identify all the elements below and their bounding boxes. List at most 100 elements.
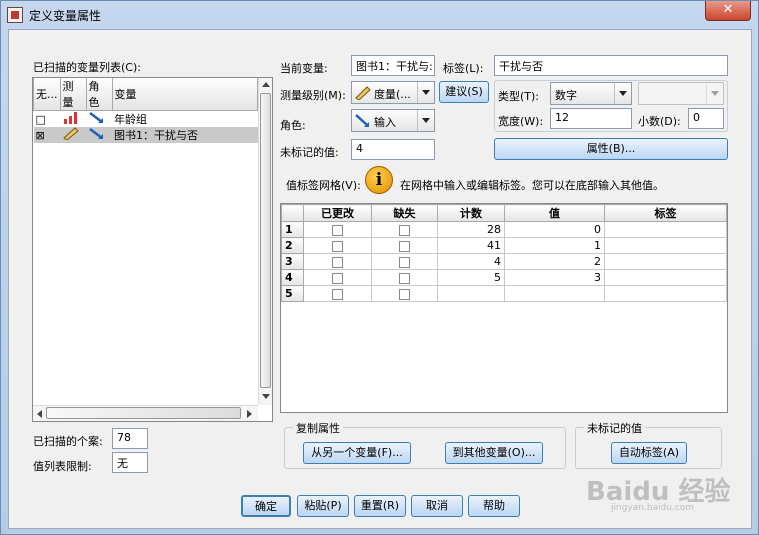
scanned-variable-list[interactable]: 无... 测量 角色 变量 □ 年龄组 ⊠ 图书1：干扰与否 [32,77,273,422]
measure-level-value: 度量(... [374,88,411,101]
scanned-cases-label: 已扫描的个案: [33,435,103,448]
changed-checkbox[interactable] [332,224,343,236]
list-item[interactable]: ⊠ 图书1：干扰与否 [33,127,258,143]
close-button[interactable]: ✕ [705,1,751,21]
count-cell: 41 [437,237,505,254]
col-role[interactable]: 角色 [85,78,113,111]
width-input[interactable]: 12 [550,108,632,129]
ordinal-bar-icon [64,112,77,124]
input-role-arrow-icon [355,114,369,127]
col-count[interactable]: 计数 [437,204,505,222]
scroll-right-icon[interactable] [247,410,252,418]
row-check[interactable]: □ [34,111,61,128]
table-row[interactable]: 3 4 2 [281,253,727,270]
copy-properties-title: 复制属性 [293,420,343,436]
count-cell: 5 [437,269,505,286]
decimals-label: 小数(D): [638,115,681,128]
ok-button[interactable]: 确定 [241,495,291,517]
scroll-thumb[interactable] [260,93,271,388]
row-number: 4 [281,269,304,286]
missing-checkbox[interactable] [399,288,410,300]
unlabeled-values-group-title: 未标记的值 [584,420,645,436]
scale-ruler-icon [355,86,371,100]
app-icon [7,7,23,23]
vertical-scrollbar[interactable] [258,78,272,405]
table-row[interactable]: 2 41 1 [281,237,727,254]
scanned-var-list-label: 已扫描的变量列表(C): [33,61,141,74]
label-cell[interactable] [604,221,727,238]
help-button[interactable]: 帮助 [468,495,520,517]
label-field-label: 标签(L): [443,62,484,75]
row-number: 1 [281,221,304,238]
auto-label-button[interactable]: 自动标签(A) [611,442,687,464]
table-row[interactable]: 4 5 3 [281,269,727,286]
variable-name: 年龄组 [114,113,147,126]
label-cell[interactable] [604,237,727,254]
missing-checkbox[interactable] [399,240,410,252]
scroll-down-icon[interactable] [262,394,270,399]
type-select[interactable]: 数字 [550,82,632,105]
list-item[interactable]: □ 年龄组 [34,111,258,128]
scroll-up-icon[interactable] [262,82,270,87]
info-icon: i [365,166,393,194]
window-title: 定义变量属性 [29,9,102,23]
scroll-left-icon[interactable] [37,410,42,418]
scroll-thumb[interactable] [46,407,241,419]
table-row[interactable]: 5 [281,285,727,302]
copy-to-variables-button[interactable]: 到其他变量(O)... [445,442,543,464]
decimals-input[interactable]: 0 [688,108,724,129]
changed-checkbox[interactable] [332,272,343,284]
suggest-button[interactable]: 建议(S) [439,81,489,103]
value-label-grid[interactable]: 已更改 缺失 计数 值 标签 1 28 0 2 41 1 3 4 2 4 5 3… [280,203,728,413]
missing-checkbox[interactable] [399,224,410,236]
value-cell[interactable] [504,285,605,302]
label-cell[interactable] [604,269,727,286]
changed-checkbox[interactable] [332,256,343,268]
role-value: 输入 [374,116,396,129]
value-cell[interactable]: 2 [504,253,605,270]
input-role-arrow-icon [89,112,103,123]
value-cell[interactable]: 1 [504,237,605,254]
col-unlabeled[interactable]: 无... [33,78,61,111]
missing-checkbox[interactable] [399,272,410,284]
chevron-down-icon[interactable] [614,83,631,104]
col-variable[interactable]: 变量 [111,78,258,111]
horizontal-scrollbar[interactable] [33,405,258,421]
type-format-select[interactable] [638,82,724,105]
reset-button[interactable]: 重置(R) [354,495,406,517]
changed-checkbox[interactable] [332,240,343,252]
grid-hint-text: 在网格中输入或编辑标签。您可以在底部输入其他值。 [400,179,664,192]
type-label: 类型(T): [498,90,540,103]
chevron-down-icon[interactable] [706,83,723,104]
col-missing[interactable]: 缺失 [371,204,438,222]
count-cell [437,285,505,302]
paste-button[interactable]: 粘贴(P) [297,495,349,517]
col-value[interactable]: 值 [504,204,605,222]
variable-label-input[interactable]: 干扰与否 [494,55,728,76]
col-measure[interactable]: 测量 [59,78,87,111]
scanned-cases-value: 78 [112,428,148,449]
role-select[interactable]: 输入 [351,109,435,132]
value-cell[interactable]: 0 [504,221,605,238]
changed-checkbox[interactable] [332,288,343,300]
copy-from-variable-button[interactable]: 从另一个变量(F)... [303,442,411,464]
value-cell[interactable]: 3 [504,269,605,286]
value-list-limit-value: 无 [112,452,148,473]
missing-checkbox[interactable] [399,256,410,268]
attributes-button[interactable]: 属性(B)... [494,138,728,160]
table-row[interactable]: 1 28 0 [281,221,727,238]
label-cell[interactable] [604,285,727,302]
chevron-down-icon[interactable] [417,110,434,131]
unlabeled-values-field: 4 [351,139,435,160]
label-cell[interactable] [604,253,727,270]
cancel-button[interactable]: 取消 [411,495,463,517]
row-check[interactable]: ⊠ [33,127,60,143]
width-label: 宽度(W): [498,115,544,128]
row-number: 3 [281,253,304,270]
chevron-down-icon[interactable] [417,82,434,103]
measure-level-select[interactable]: 度量(... [351,81,435,104]
col-changed[interactable]: 已更改 [303,204,372,222]
count-cell: 4 [437,253,505,270]
define-variable-properties-dialog: 定义变量属性 ✕ 已扫描的变量列表(C): 无... 测量 角色 变量 □ 年龄… [0,0,759,535]
col-label[interactable]: 标签 [604,204,727,222]
